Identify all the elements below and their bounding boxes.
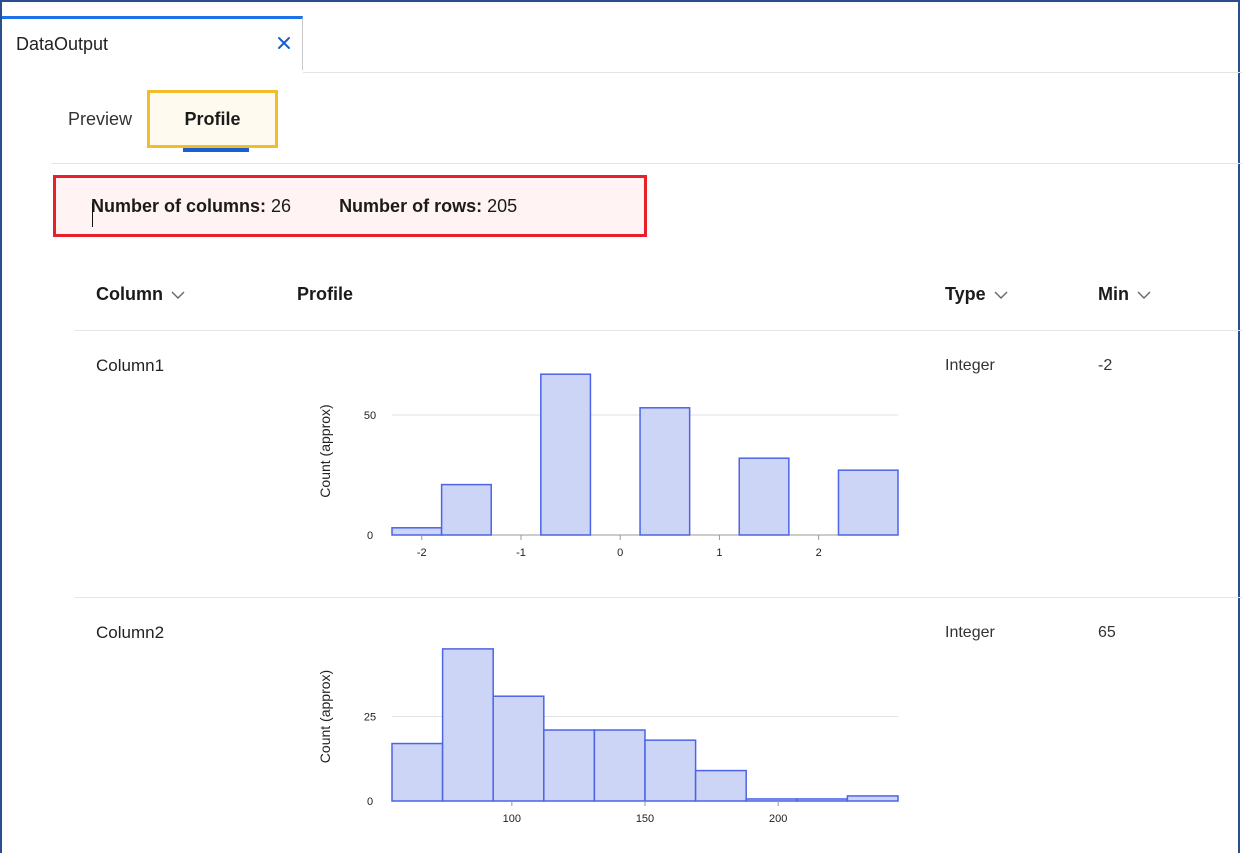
column-count: Number of columns: 26 [91, 196, 291, 217]
row-count-label: Number of rows: [339, 195, 483, 216]
histogram-bar [492, 695, 545, 802]
histogram-bar [644, 739, 697, 802]
column1-histogram: 0 50 -2 -1 0 1 2 Count (approx) [317, 373, 899, 559]
row-divider [75, 597, 1242, 598]
header-type[interactable]: Type [945, 284, 1008, 305]
tabbar-divider [303, 72, 1242, 73]
row-count-value: 205 [487, 195, 518, 216]
close-icon[interactable] [274, 33, 294, 53]
x-tick-label: -2 [417, 547, 427, 559]
table-row-min: 65 [1098, 624, 1116, 641]
x-tick-label: 1 [716, 547, 722, 559]
table-row-type: Integer [945, 624, 995, 641]
histogram-bar [543, 729, 596, 802]
histogram-bar [391, 527, 443, 536]
table-row-type: Integer [945, 357, 995, 374]
text-caret [92, 203, 93, 227]
column2-histogram: 0 25 100 150 200 Count (approx) [317, 648, 899, 825]
y-tick-label: 0 [367, 530, 373, 542]
histogram-bar [738, 457, 790, 536]
column-count-value: 26 [271, 195, 292, 216]
histogram-bar [639, 407, 691, 536]
header-type-label: Type [945, 284, 986, 304]
row-count: Number of rows: 205 [339, 196, 517, 217]
y-axis-label: Count (approx) [317, 404, 333, 497]
histogram-bar [441, 648, 494, 802]
histogram-bar [593, 729, 646, 802]
header-profile-label: Profile [297, 284, 354, 304]
histogram-bar [745, 798, 798, 802]
header-min[interactable]: Min [1098, 284, 1151, 305]
tab-preview[interactable]: Preview [68, 90, 132, 148]
header-min-label: Min [1098, 284, 1129, 304]
x-tick-label: -1 [516, 547, 526, 559]
y-tick-label: 0 [367, 796, 373, 808]
x-tick-label: 200 [769, 813, 787, 825]
chevron-down-icon [994, 284, 1008, 305]
x-tick-label: 150 [636, 813, 654, 825]
document-tab[interactable]: DataOutput [2, 16, 303, 70]
header-column[interactable]: Column [96, 284, 185, 305]
y-tick-label: 50 [364, 410, 376, 422]
histogram-bar [846, 795, 899, 802]
histogram-bar [694, 769, 747, 802]
table-row-name: Column1 [96, 356, 165, 375]
x-tick-label: 100 [503, 813, 521, 825]
histogram-bar [837, 469, 899, 536]
histogram-bar [391, 742, 444, 802]
y-tick-label: 25 [364, 712, 376, 724]
header-column-label: Column [96, 284, 163, 304]
y-axis-label: Count (approx) [317, 670, 333, 763]
subtab-bar: Preview Profile [0, 90, 1244, 152]
histogram-bar [440, 483, 492, 536]
x-tick-label: 0 [617, 547, 623, 559]
histogram-bar [796, 798, 849, 802]
x-tick-label: 2 [816, 547, 822, 559]
table-row-min: -2 [1098, 357, 1113, 374]
chevron-down-icon [1137, 284, 1151, 305]
dataset-stats: Number of columns: 26 Number of rows: 20… [53, 175, 647, 237]
chevron-down-icon [171, 284, 185, 305]
subtab-divider [52, 163, 1242, 164]
header-profile: Profile [297, 284, 353, 305]
column-count-label: Number of columns: [91, 195, 267, 216]
header-divider [75, 330, 1242, 331]
document-tab-title: DataOutput [16, 34, 109, 54]
tab-profile[interactable]: Profile [147, 90, 278, 148]
histogram-bar [540, 373, 592, 536]
active-tab-indicator [183, 148, 249, 152]
table-row-name: Column2 [96, 623, 165, 642]
